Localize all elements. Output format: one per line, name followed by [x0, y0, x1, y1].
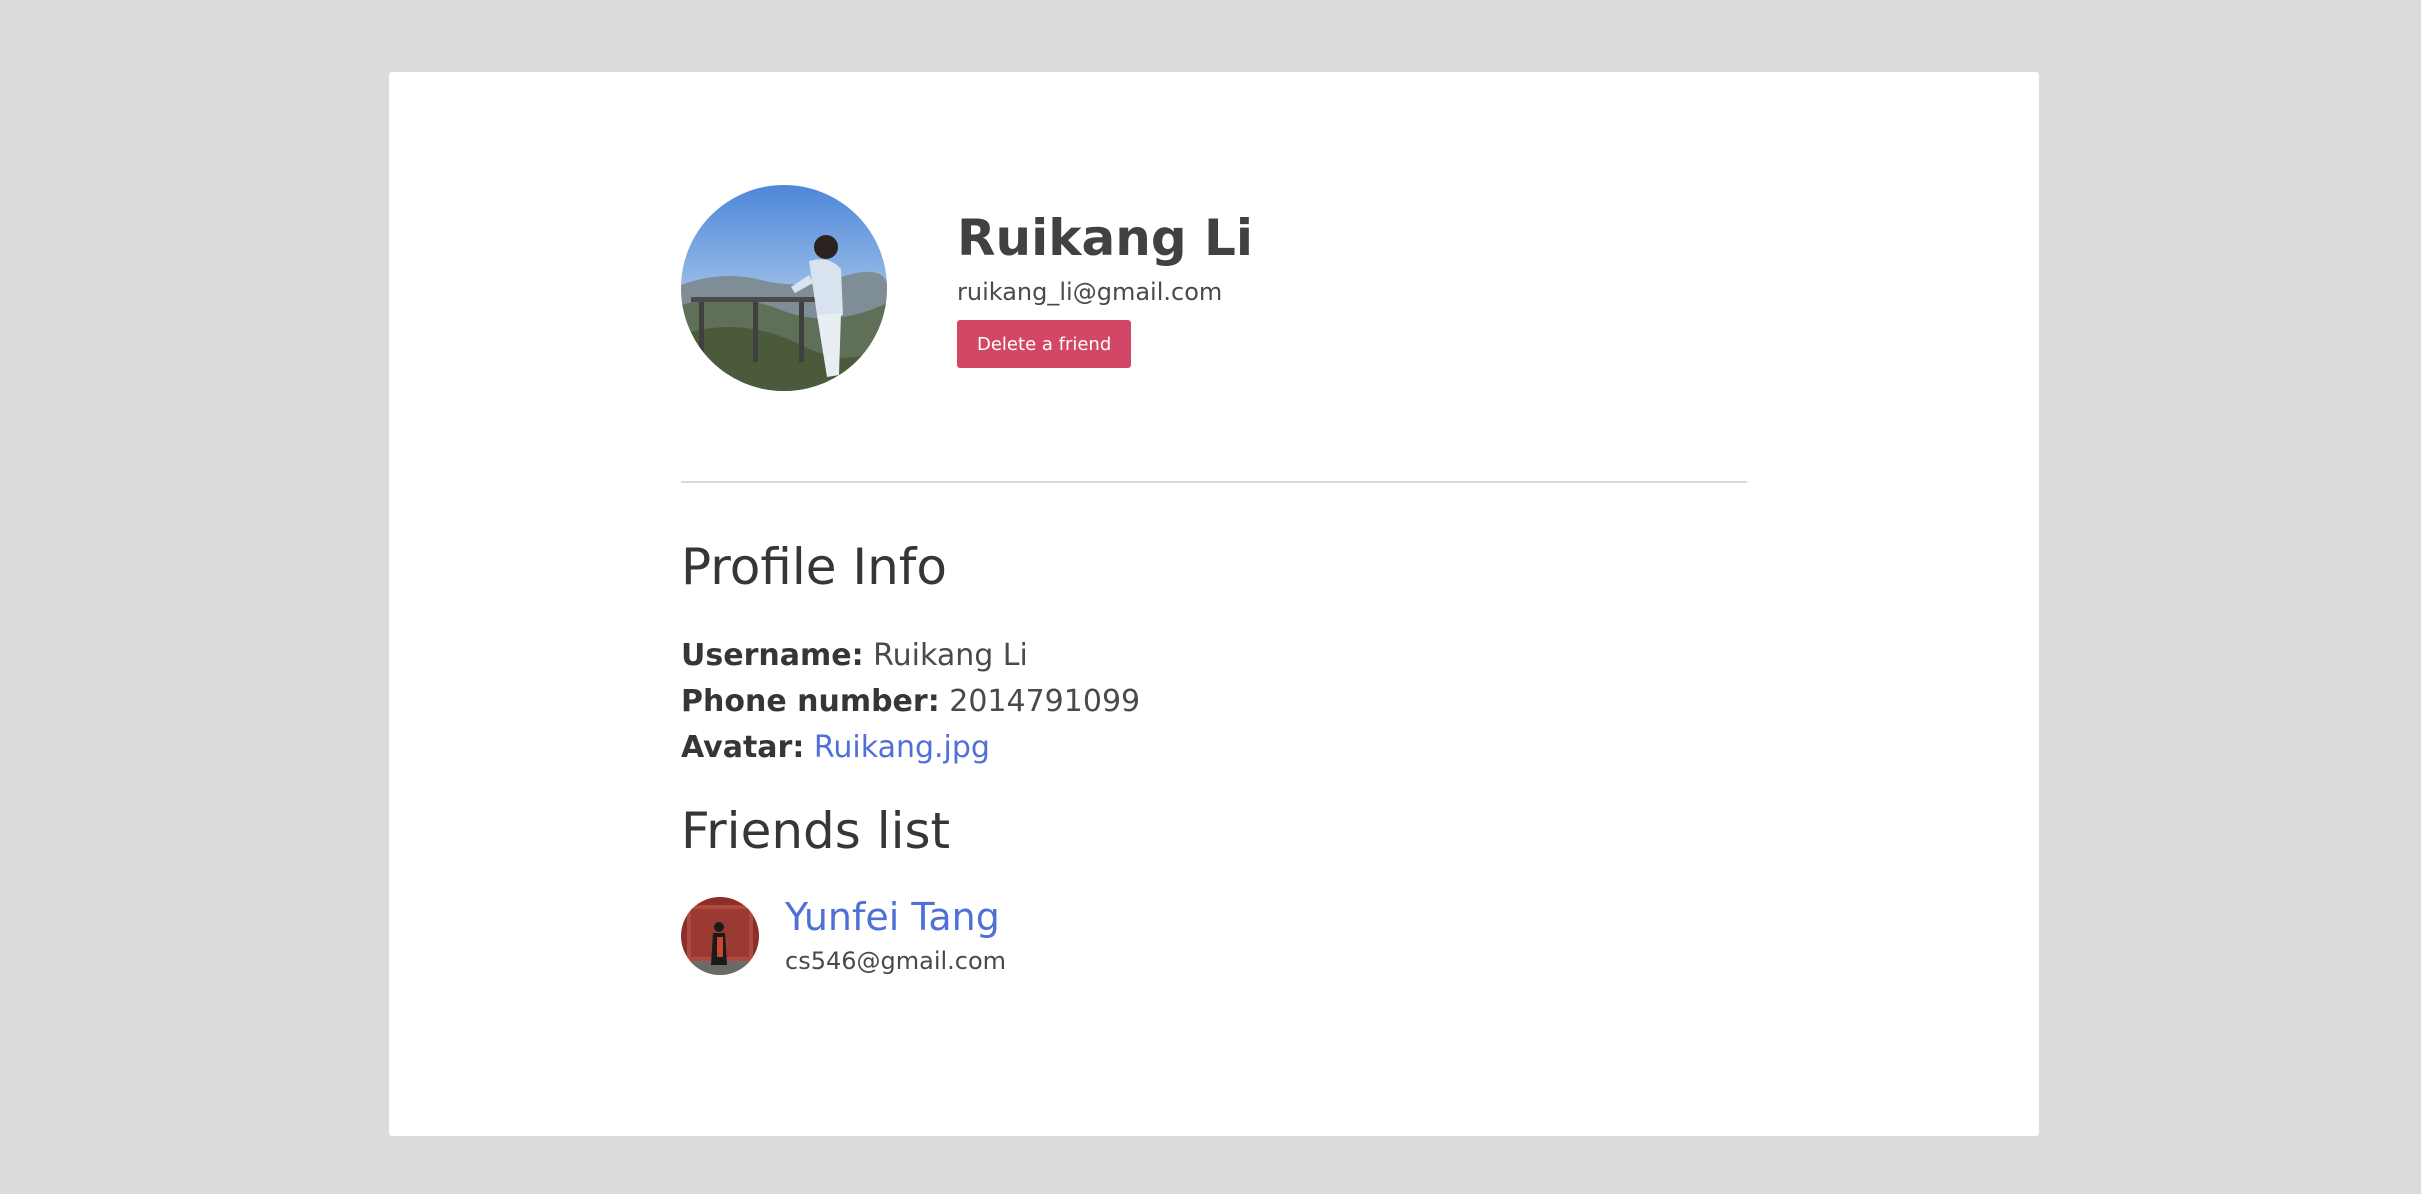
- phone-row: Phone number: 2014791099: [681, 679, 1747, 725]
- list-item: Yunfei Tang cs546@gmail.com: [681, 896, 1747, 975]
- avatar-row: Avatar: Ruikang.jpg: [681, 725, 1747, 771]
- profile-header: Ruikang Li ruikang_li@gmail.com Delete a…: [681, 185, 1747, 391]
- profile-content: Ruikang Li ruikang_li@gmail.com Delete a…: [681, 185, 1747, 975]
- friend-avatar[interactable]: [681, 897, 759, 975]
- profile-info-title: Profile Info: [681, 538, 947, 596]
- friends-list-title: Friends list: [681, 802, 951, 860]
- profile-info-list: Username: Ruikang Li Phone number: 20147…: [681, 633, 1747, 771]
- friend-avatar-image: [681, 897, 759, 975]
- avatar-file-link[interactable]: Ruikang.jpg: [814, 730, 990, 765]
- friend-info: Yunfei Tang cs546@gmail.com: [785, 896, 1007, 975]
- profile-email: ruikang_li@gmail.com: [957, 278, 1223, 306]
- phone-value: 2014791099: [949, 684, 1141, 719]
- avatar-label: Avatar:: [681, 730, 805, 765]
- phone-label: Phone number:: [681, 684, 940, 719]
- profile-header-info: Ruikang Li ruikang_li@gmail.com Delete a…: [957, 208, 1253, 368]
- section-divider: [681, 481, 1747, 483]
- delete-friend-button[interactable]: Delete a friend: [957, 320, 1132, 368]
- friend-name-link[interactable]: Yunfei Tang: [785, 896, 1006, 939]
- username-value: Ruikang Li: [873, 638, 1028, 673]
- username-row: Username: Ruikang Li: [681, 633, 1747, 679]
- page-card: Ruikang Li ruikang_li@gmail.com Delete a…: [389, 72, 2039, 1136]
- username-label: Username:: [681, 638, 864, 673]
- profile-avatar: [681, 185, 887, 391]
- profile-avatar-image: [681, 185, 887, 391]
- profile-name: Ruikang Li: [957, 209, 1254, 267]
- friend-email: cs546@gmail.com: [785, 946, 1007, 975]
